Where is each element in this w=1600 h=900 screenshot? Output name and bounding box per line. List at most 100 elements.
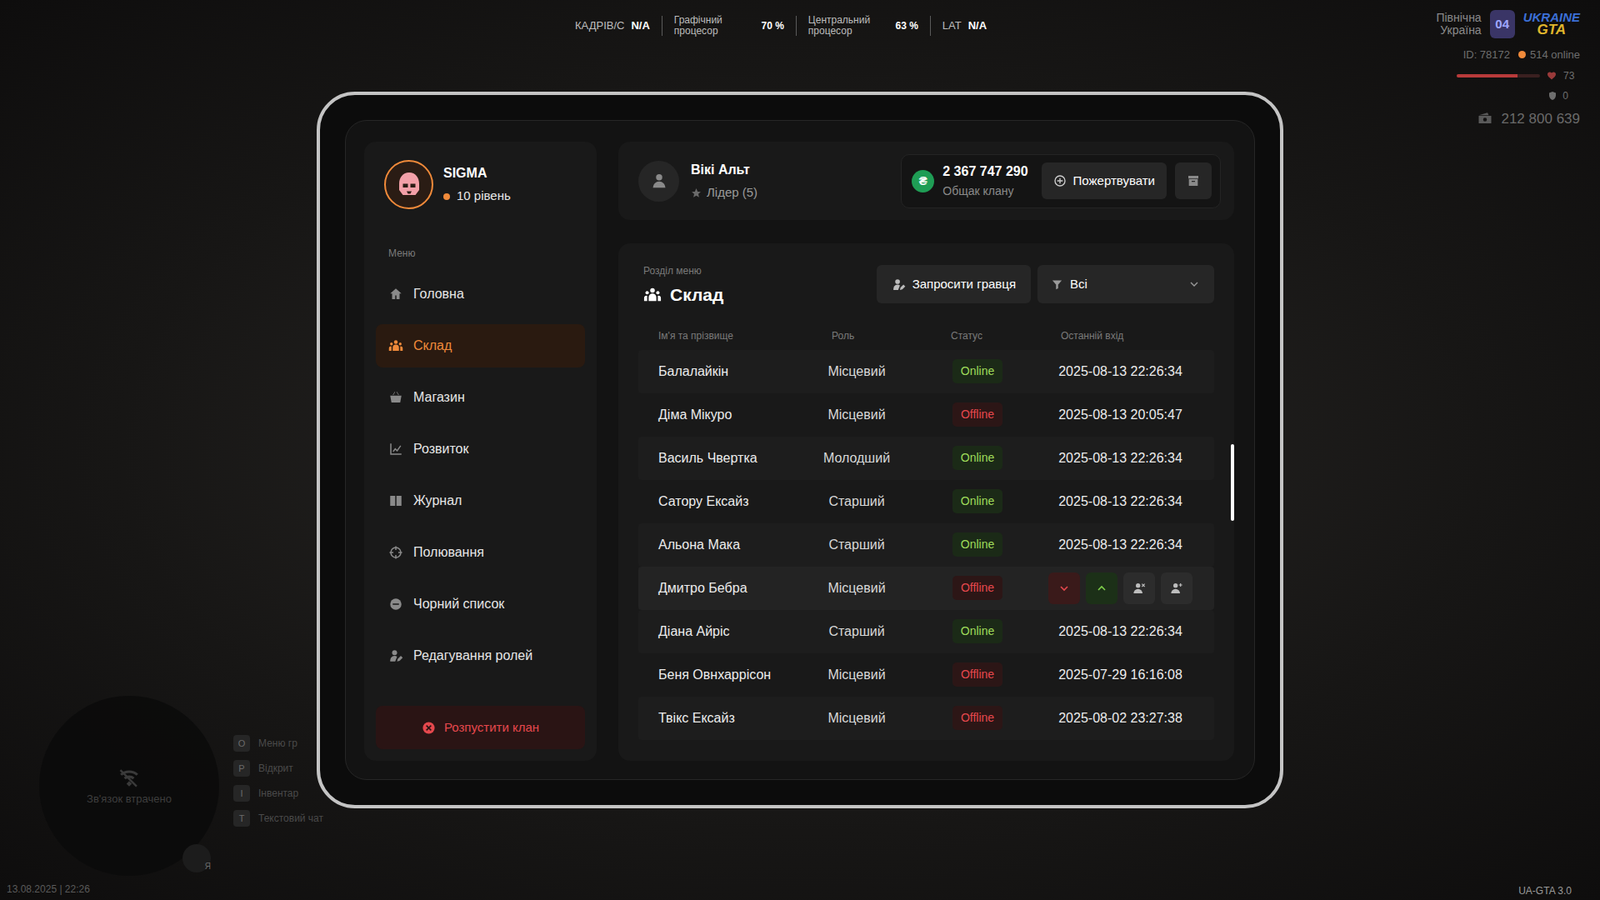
table-row[interactable]: Дмитро БебраМісцевийOffline <box>638 566 1215 610</box>
sidebar-item-label: Журнал <box>413 490 462 511</box>
sidebar-item[interactable]: Журнал <box>375 479 585 523</box>
filter-dropdown[interactable]: Всі <box>1037 265 1215 304</box>
latency: LATN/A <box>942 17 987 35</box>
donate-label: Пожертвувати <box>1073 171 1155 191</box>
sidebar-item[interactable]: Розвиток <box>375 427 585 471</box>
cpu-label: Центральний процесор <box>808 15 884 36</box>
sidebar-menu: Головна Склад Магазин Розвиток Журнал Полюван… <box>375 272 585 678</box>
gpu-label: Графічний процесор <box>674 15 750 36</box>
table-row[interactable]: Діма МікуроМісцевийOffline2025-08-13 20:… <box>638 393 1215 437</box>
scrollbar-track <box>1230 389 1235 740</box>
armor-value: 0 <box>1562 88 1569 104</box>
server-info: ID: 78172514 online <box>1463 46 1580 64</box>
member-name: Альона Мака <box>658 535 805 555</box>
filter-icon <box>1050 278 1064 291</box>
member-name: Діана Айріс <box>658 621 805 642</box>
add-user-icon <box>891 277 906 292</box>
last-login-cell <box>1046 572 1195 605</box>
key-cap: I <box>233 785 250 802</box>
menu-item-icon <box>388 390 404 405</box>
mic-indicator: Я <box>182 844 211 873</box>
sidebar-item-label: Редагування ролей <box>413 645 533 666</box>
chevron-down-icon <box>1057 581 1071 595</box>
member-name: Сатору Ексайз <box>658 491 805 512</box>
last-login-cell: 2025-08-13 22:26:34 <box>1046 491 1195 512</box>
performance-hud: КАДРІВ/СN/AГрафічний процесор70 %Централ… <box>575 15 987 36</box>
archive-button[interactable] <box>1175 162 1212 200</box>
chevron-up-icon <box>1095 581 1109 595</box>
health-track <box>1456 74 1540 78</box>
last-login-cell: 2025-08-13 22:26:34 <box>1046 448 1195 469</box>
scrollbar-thumb[interactable] <box>1230 444 1235 521</box>
status-badge: Offline <box>952 705 1003 730</box>
player-info: Вікі АльтЛідер (5) <box>638 160 758 203</box>
table-row[interactable]: Твікс ЕксайзМісцевийOffline2025-08-02 23… <box>638 696 1215 740</box>
online-count: 514 online <box>1518 46 1580 64</box>
keybind: TТекстовий чат <box>233 810 324 827</box>
status-badge: Offline <box>952 662 1003 687</box>
donate-button[interactable]: Пожертвувати <box>1041 162 1167 200</box>
menu-item-icon <box>388 493 404 509</box>
logo-top: UKRAINE <box>1523 11 1580 24</box>
sidebar-item-label: Чорний список <box>413 594 505 615</box>
member-name: Діма Мікуро <box>658 405 805 425</box>
fps-value: N/A <box>630 17 650 35</box>
chevron-down-icon <box>1187 277 1201 291</box>
dissolve-button[interactable]: Розпустити клан <box>375 705 585 750</box>
clan-level: 10 рівень <box>443 186 511 206</box>
logo: UKRAINEGTA <box>1523 11 1580 37</box>
status-badge: Offline <box>952 575 1003 600</box>
sidebar-item[interactable]: Склад <box>375 324 585 368</box>
table-row[interactable]: Василь ЧверткаМолодшийOnline2025-08-13 2… <box>638 436 1215 480</box>
table-row[interactable]: Сатору ЕксайзСтаршийOnline2025-08-13 22:… <box>638 480 1215 524</box>
table-row[interactable]: Альона МакаСтаршийOnline2025-08-13 22:26… <box>638 523 1215 567</box>
last-login-cell: 2025-07-29 16:16:08 <box>1046 665 1195 685</box>
hud-separator <box>795 15 797 36</box>
money-value: 212 800 639 <box>1500 108 1580 130</box>
table-row[interactable]: БалалайкінМісцевийOnline2025-08-13 22:26… <box>638 350 1215 394</box>
clan-info: SIGMA10 рівень <box>443 163 511 206</box>
promote-button[interactable] <box>1085 572 1118 605</box>
hud-separator <box>661 15 663 36</box>
last-login-cell: 2025-08-13 22:26:34 <box>1046 621 1195 642</box>
status-badge: Offline <box>952 402 1003 427</box>
sidebar-item-label: Розвиток <box>413 439 470 460</box>
last-login: 2025-08-13 22:26:34 <box>1058 361 1183 382</box>
menu-heading: Меню <box>375 245 585 261</box>
armor-row: 0 <box>1547 88 1580 104</box>
plus-circle-icon <box>1053 174 1067 188</box>
member-name: Балалайкін <box>658 361 805 382</box>
section-title-block: Розділ менюСклад <box>643 263 724 309</box>
sidebar-item[interactable]: Магазин <box>375 375 585 420</box>
section-actions: Запросити гравцяВсі <box>876 265 1215 304</box>
sidebar-item[interactable]: Редагування ролей <box>375 634 585 678</box>
menu-item-icon <box>388 648 404 664</box>
invite-button[interactable]: Запросити гравця <box>876 265 1031 304</box>
member-role: Молодший <box>805 448 909 469</box>
player-avatar <box>638 160 680 202</box>
key-cap: P <box>233 760 250 777</box>
sidebar-item[interactable]: Полювання <box>375 530 585 575</box>
keybind-label: Меню гр <box>258 735 298 751</box>
sidebar-item[interactable]: Чорний список <box>375 582 585 626</box>
table-row[interactable]: Діана АйрісСтаршийOnline2025-08-13 22:26… <box>638 610 1215 654</box>
demote-button[interactable] <box>1048 572 1080 605</box>
status-badge: Online <box>952 359 1003 384</box>
last-login: 2025-08-13 20:05:47 <box>1058 405 1183 425</box>
profile-button[interactable] <box>1160 572 1193 605</box>
logo-bottom: GTA <box>1537 23 1567 37</box>
sidebar-item[interactable]: Головна <box>375 272 585 316</box>
user-icon <box>650 172 668 190</box>
fps-label: КАДРІВ/С <box>575 20 625 32</box>
cpu-value: 63 % <box>890 18 919 34</box>
member-role: Старший <box>805 491 909 512</box>
server-header: Північна Україна04UKRAINEGTA <box>1415 10 1580 39</box>
keybind: IІнвентар <box>233 785 324 802</box>
currency-badge: ₴ <box>911 170 935 193</box>
members-icon <box>643 285 662 305</box>
table-row[interactable]: Беня ОвнхаррісонМісцевийOffline2025-07-2… <box>638 653 1215 697</box>
members-card: Розділ менюСкладЗапросити гравцяВсіІм'я … <box>618 243 1235 761</box>
status-badge: Online <box>952 532 1003 557</box>
member-name: Василь Чвертка <box>658 448 805 469</box>
kick-button[interactable] <box>1123 572 1155 605</box>
